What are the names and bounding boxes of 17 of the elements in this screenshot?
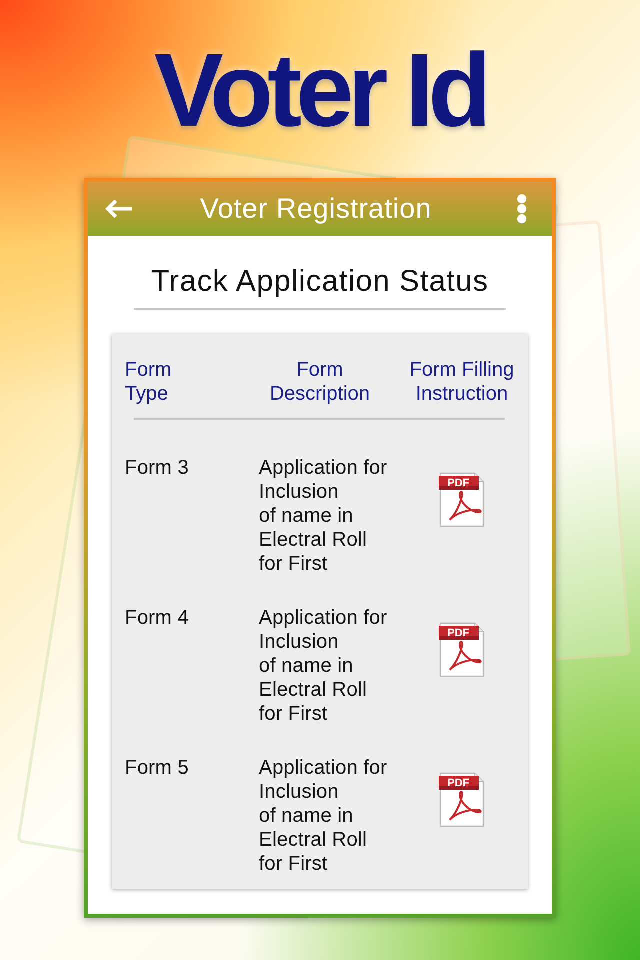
column-header: Form Filling Instruction <box>408 358 516 406</box>
more-options-icon[interactable] <box>517 194 527 224</box>
pdf-file-icon[interactable]: PDF <box>438 470 486 528</box>
pdf-file-icon[interactable]: PDF <box>438 770 486 828</box>
description-cell-text: Application for Inclusion of name in Electral Roll for First <box>259 456 388 576</box>
section-heading: Track Application Status <box>134 264 506 310</box>
form-name-cell-text: Form 3 <box>125 456 190 480</box>
description-cell-text: Application for Inclusion of name in Electral Roll for First <box>259 606 388 726</box>
screen-title: Voter Registration <box>200 193 432 225</box>
column-header: Form Type <box>125 358 173 406</box>
app-title: Voter Id <box>153 32 487 143</box>
column-header: Form Description <box>268 358 372 406</box>
pdf-file-icon[interactable]: PDF <box>438 620 486 678</box>
form-name-cell-text: Form 5 <box>125 756 190 780</box>
form-name-cell-text: Form 4 <box>125 606 190 630</box>
back-arrow-icon[interactable] <box>105 199 133 219</box>
description-cell-text: Application for Inclusion of name in Electral Roll for First <box>259 756 388 876</box>
